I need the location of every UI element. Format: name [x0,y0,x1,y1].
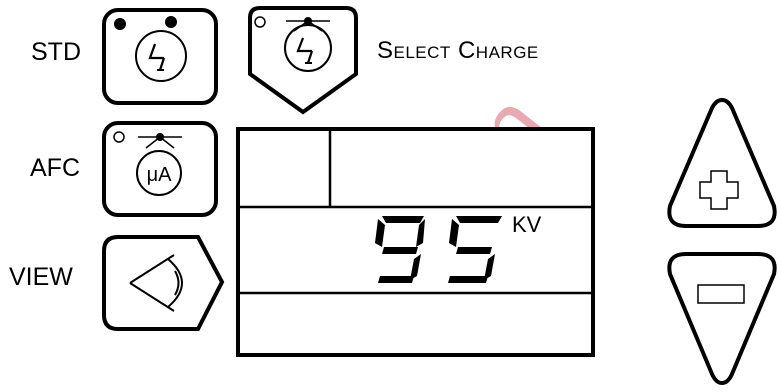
decrease-button[interactable] [666,250,778,387]
std-label: STD [31,38,81,66]
display-panel: 95 KV [236,127,596,358]
digit-five [448,216,502,283]
digit-nine [375,216,425,283]
display-value: 95 [374,215,502,283]
display-unit: KV [512,212,542,237]
afc-button[interactable]: μA [102,121,218,221]
select-charge-label: Select Charge [377,37,539,64]
std-button[interactable] [102,8,218,108]
display-value-text: 95 [374,215,376,217]
afc-label: AFC [30,154,80,182]
view-label: VIEW [9,263,73,291]
std-indicator-right [165,16,177,28]
std-indicator-left [114,18,126,30]
increase-button[interactable] [666,96,778,232]
select-charge-button[interactable] [246,6,360,116]
view-button[interactable] [102,235,225,335]
microamp-glyph: μA [147,164,173,186]
